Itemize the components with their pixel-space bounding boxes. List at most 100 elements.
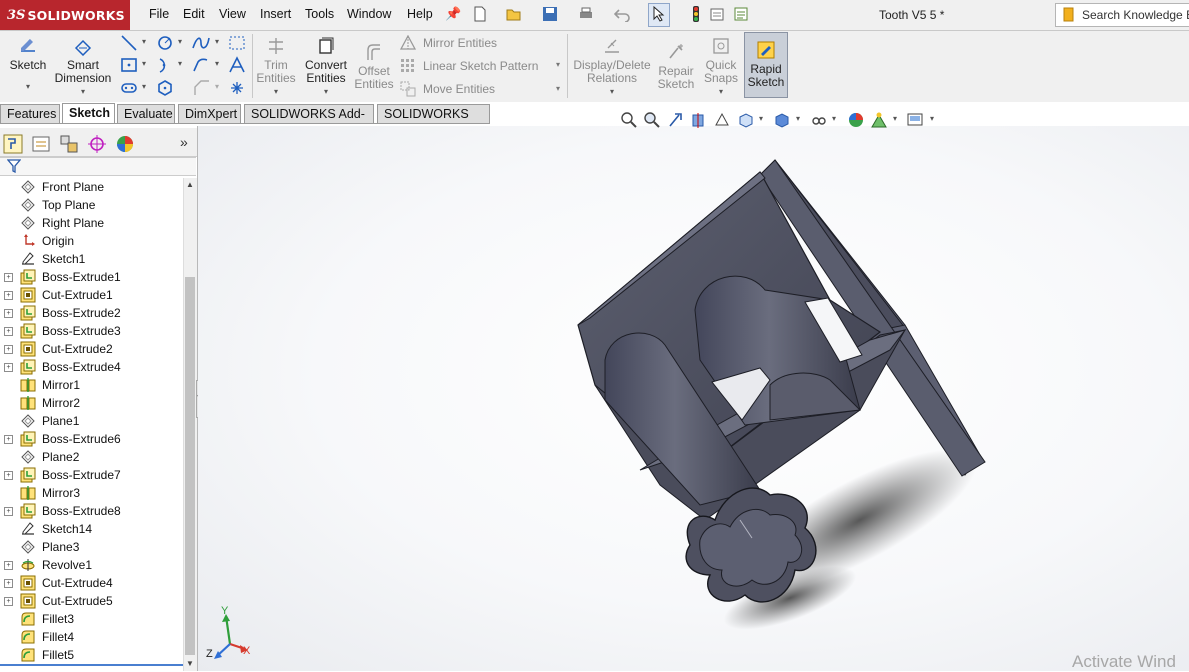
tree-item-sketch14[interactable]: Sketch14: [0, 520, 183, 538]
menu-help[interactable]: Help: [407, 7, 433, 21]
rectangle-dropdown-arrow[interactable]: ▾: [142, 59, 146, 68]
rebuild-traffic-light-icon[interactable]: [688, 6, 704, 22]
expand-toggle-icon[interactable]: +: [4, 327, 13, 336]
text-icon[interactable]: [228, 56, 246, 74]
trim-entities-button[interactable]: Trim Entities ▾: [256, 36, 296, 98]
previous-view-icon[interactable]: [667, 111, 685, 129]
tree-item-boss-extrude4[interactable]: + Boss-Extrude4: [0, 358, 183, 376]
tab-solidworks-mbd[interactable]: SOLIDWORKS MBD: [377, 104, 490, 140]
quick-snaps-button[interactable]: Quick Snaps ▾: [702, 36, 740, 98]
feature-manager-tab-icon[interactable]: [3, 134, 23, 154]
expand-toggle-icon[interactable]: +: [4, 363, 13, 372]
configuration-manager-tab-icon[interactable]: [59, 134, 79, 154]
dynamic-annotation-icon[interactable]: [713, 111, 731, 129]
graphics-area[interactable]: [198, 126, 1189, 671]
point-grid-icon[interactable]: [228, 34, 246, 52]
tab-solidworks-add-ins[interactable]: SOLIDWORKS Add-Ins: [244, 104, 374, 140]
tree-item-cut-extrude1[interactable]: + Cut-Extrude1: [0, 286, 183, 304]
arc-dropdown-arrow[interactable]: ▾: [178, 59, 182, 68]
circle-icon[interactable]: [156, 34, 174, 52]
quick-snaps-dropdown-arrow[interactable]: ▾: [702, 85, 740, 98]
tree-item-mirror3[interactable]: Mirror3: [0, 484, 183, 502]
tree-item-front-plane[interactable]: Front Plane: [0, 178, 183, 196]
expand-toggle-icon[interactable]: +: [4, 309, 13, 318]
scroll-up-arrow[interactable]: ▲: [186, 180, 194, 189]
linear-pattern-dropdown-arrow[interactable]: ▾: [556, 60, 560, 69]
edit-appearance-icon[interactable]: [847, 111, 865, 129]
relations-dropdown-arrow[interactable]: ▾: [572, 85, 652, 98]
dimxpert-manager-tab-icon[interactable]: [87, 134, 107, 154]
new-document-icon[interactable]: [472, 6, 488, 22]
display-manager-tab-icon[interactable]: [115, 134, 135, 154]
expand-toggle-icon[interactable]: +: [4, 597, 13, 606]
tree-item-boss-extrude7[interactable]: + Boss-Extrude7: [0, 466, 183, 484]
expand-toggle-icon[interactable]: +: [4, 435, 13, 444]
view-orientation-dropdown[interactable]: ▾: [759, 114, 763, 123]
rectangle-icon[interactable]: [120, 56, 138, 74]
spline-dropdown-arrow[interactable]: ▾: [215, 37, 219, 46]
trim-dropdown-arrow[interactable]: ▾: [256, 85, 296, 98]
menu-file[interactable]: File: [149, 7, 169, 21]
search-knowledge-base-input[interactable]: Search Knowledge Ba: [1055, 3, 1189, 27]
menu-window[interactable]: Window: [347, 7, 391, 21]
convert-dropdown-arrow[interactable]: ▾: [302, 85, 350, 98]
tab-features[interactable]: Features: [0, 104, 60, 123]
tree-item-boss-extrude8[interactable]: + Boss-Extrude8: [0, 502, 183, 520]
tree-item-origin[interactable]: Origin: [0, 232, 183, 250]
smart-dimension-dropdown-arrow[interactable]: ▾: [54, 85, 112, 98]
chamfer-icon[interactable]: [191, 79, 211, 97]
solidworks-logo[interactable]: 3S SOLIDWORKS: [0, 0, 130, 30]
tab-sketch[interactable]: Sketch: [62, 103, 115, 124]
tree-item-boss-extrude1[interactable]: + Boss-Extrude1: [0, 268, 183, 286]
repair-sketch-button[interactable]: Repair Sketch: [656, 42, 696, 91]
slot-dropdown-arrow[interactable]: ▾: [142, 82, 146, 91]
expand-toggle-icon[interactable]: +: [4, 471, 13, 480]
tree-item-mirror2[interactable]: Mirror2: [0, 394, 183, 412]
tree-item-top-plane[interactable]: Top Plane: [0, 196, 183, 214]
offset-entities-button[interactable]: Offset Entities: [352, 42, 396, 91]
display-style-icon[interactable]: [773, 111, 791, 129]
tree-item-fillet3[interactable]: Fillet3: [0, 610, 183, 628]
arc-icon[interactable]: [156, 56, 174, 74]
fillet-dropdown-arrow[interactable]: ▾: [215, 59, 219, 68]
tree-item-cut-extrude4[interactable]: + Cut-Extrude4: [0, 574, 183, 592]
chamfer-dropdown-arrow[interactable]: ▾: [215, 82, 219, 91]
circle-dropdown-arrow[interactable]: ▾: [178, 37, 182, 46]
move-dropdown-arrow[interactable]: ▾: [556, 84, 560, 93]
menu-edit[interactable]: Edit: [183, 7, 205, 21]
convert-entities-button[interactable]: Convert Entities ▾: [302, 36, 350, 98]
expand-toggle-icon[interactable]: +: [4, 579, 13, 588]
tree-item-plane2[interactable]: Plane2: [0, 448, 183, 466]
spline-icon[interactable]: [191, 34, 211, 52]
tree-item-cut-extrude5[interactable]: + Cut-Extrude5: [0, 592, 183, 610]
sketch-button[interactable]: Sketch ▾: [8, 36, 48, 93]
rapid-sketch-button[interactable]: Rapid Sketch: [745, 40, 787, 89]
tree-item-plane3[interactable]: Plane3: [0, 538, 183, 556]
scrollbar-thumb[interactable]: [185, 277, 195, 655]
tree-item-cut-extrude2[interactable]: + Cut-Extrude2: [0, 340, 183, 358]
menu-tools[interactable]: Tools: [305, 7, 334, 21]
scroll-down-arrow[interactable]: ▼: [186, 659, 194, 668]
menu-view[interactable]: View: [219, 7, 246, 21]
pane-expand-chevron-icon[interactable]: »: [180, 134, 188, 150]
tree-item-plane1[interactable]: Plane1: [0, 412, 183, 430]
tree-item-sketch1[interactable]: Sketch1: [0, 250, 183, 268]
apply-scene-icon[interactable]: [870, 111, 888, 129]
expand-toggle-icon[interactable]: +: [4, 507, 13, 516]
section-view-icon[interactable]: [690, 111, 708, 129]
pin-icon[interactable]: 📌: [445, 6, 461, 22]
file-properties-icon[interactable]: [709, 6, 725, 22]
polygon-icon[interactable]: [156, 79, 174, 97]
hide-show-dropdown[interactable]: ▾: [832, 114, 836, 123]
tab-evaluate[interactable]: Evaluate: [117, 104, 175, 123]
tree-item-fillet5[interactable]: Fillet5: [0, 646, 183, 664]
tree-item-boss-extrude2[interactable]: + Boss-Extrude2: [0, 304, 183, 322]
open-folder-icon[interactable]: [506, 6, 522, 22]
undo-icon[interactable]: [614, 6, 630, 22]
filter-icon[interactable]: [7, 159, 21, 173]
options-icon[interactable]: [733, 6, 749, 22]
slot-icon[interactable]: [120, 79, 138, 97]
sketch-dropdown-arrow[interactable]: ▾: [8, 80, 48, 93]
save-icon[interactable]: [542, 6, 558, 22]
menu-insert[interactable]: Insert: [260, 7, 291, 21]
